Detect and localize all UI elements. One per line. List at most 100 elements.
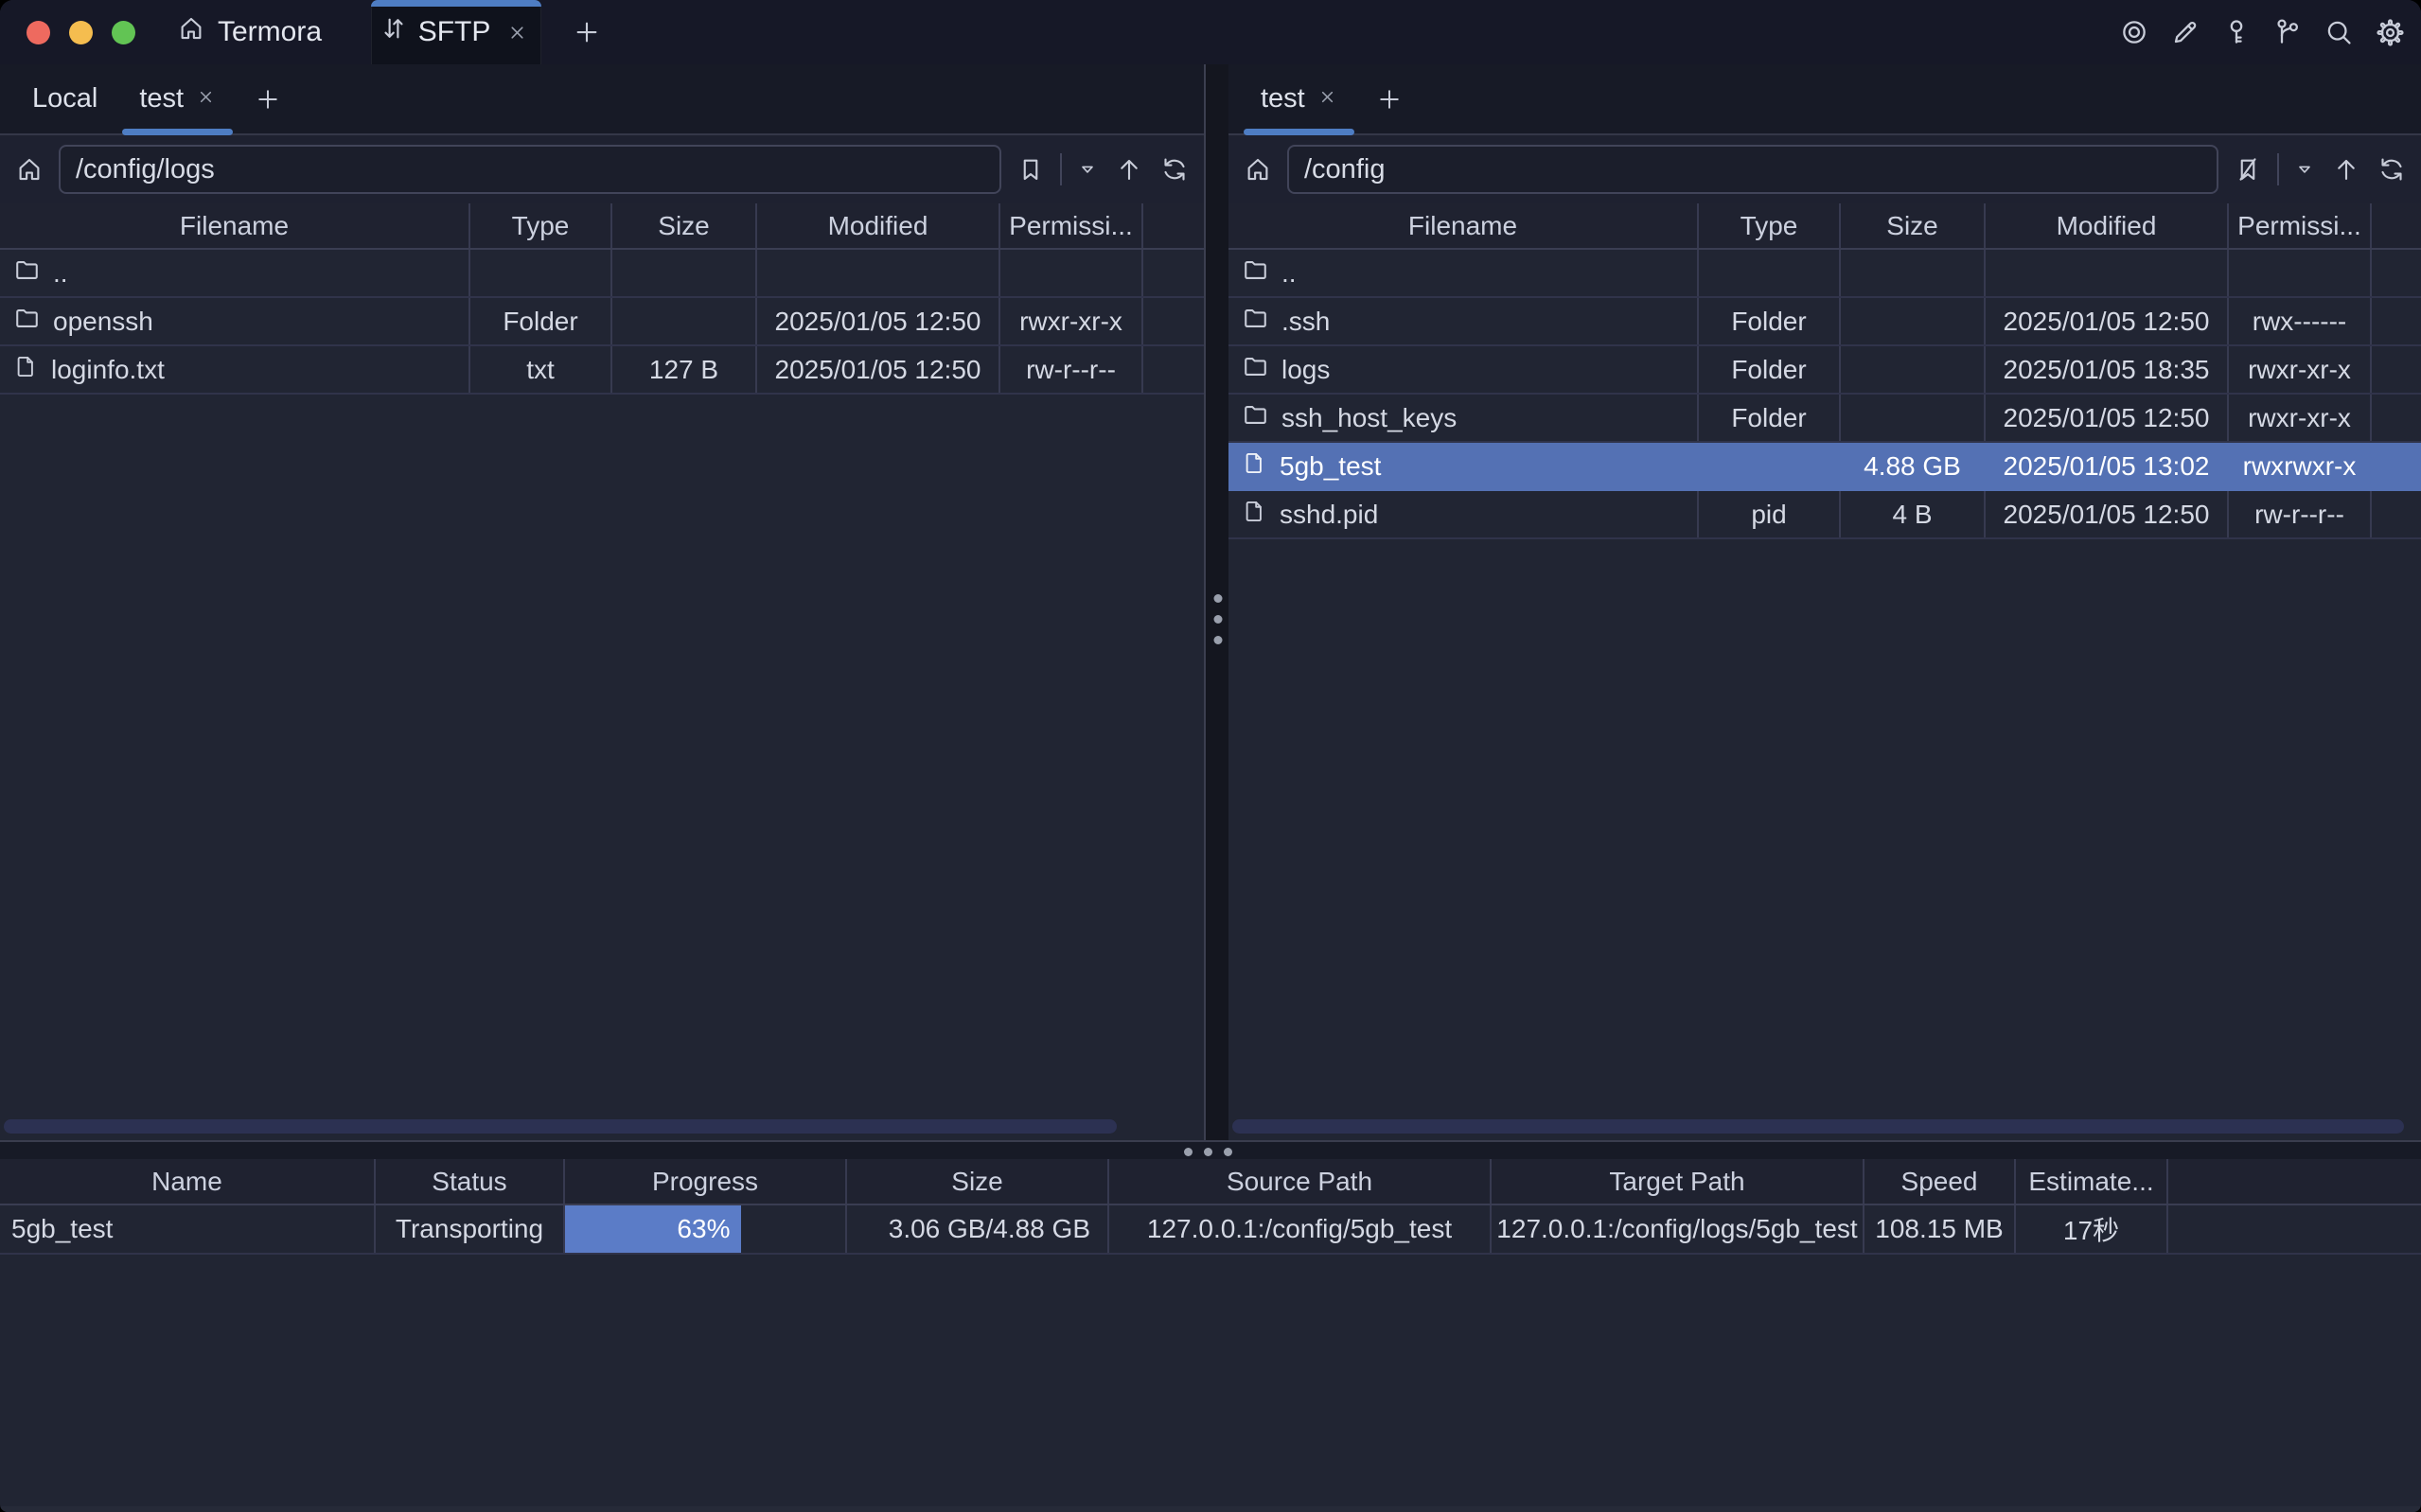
column-header-size[interactable]: Size [847,1159,1109,1204]
tab-local[interactable]: Local [11,64,118,133]
close-icon[interactable] [1317,83,1337,114]
table-row[interactable]: sshd.pid pid 4 B 2025/01/05 12:50 rw-r--… [1228,491,2421,539]
search-icon[interactable] [2323,16,2355,48]
key-icon[interactable] [2220,16,2253,48]
chevron-down-icon[interactable] [1075,153,1100,185]
column-header-source-path[interactable]: Source Path [1109,1159,1492,1204]
up-directory-icon[interactable] [1113,153,1145,185]
tab-test-left[interactable]: test [118,64,237,133]
column-header-size[interactable]: Size [612,203,757,248]
table-row[interactable]: .ssh Folder 2025/01/05 12:50 rwx------ [1228,298,2421,346]
right-panel-tabs: test [1228,64,2421,135]
table-row[interactable]: loginfo.txt txt 127 B 2025/01/05 12:50 r… [0,346,1204,395]
new-tab-button[interactable] [566,11,608,53]
folder-icon [13,305,41,339]
column-header-permissions[interactable]: Permissi... [2229,203,2372,248]
refresh-icon[interactable] [1158,153,1191,185]
edit-icon[interactable] [2169,16,2201,48]
column-header-type[interactable]: Type [1699,203,1841,248]
table-row[interactable]: logs Folder 2025/01/05 18:35 rwxr-xr-x [1228,346,2421,395]
column-header-type[interactable]: Type [470,203,612,248]
file-owner [1143,346,1204,393]
file-owner [2372,346,2421,393]
right-path-input[interactable] [1287,145,2218,194]
file-modified [1986,250,2229,296]
titlebar-actions [2118,16,2421,48]
left-path-input[interactable] [59,145,1001,194]
column-header-status[interactable]: Status [376,1159,565,1204]
home-tab-label: Termora [218,16,322,48]
add-panel-tab-button[interactable] [242,64,293,133]
table-row[interactable]: .. [1228,250,2421,298]
file-modified: 2025/01/05 12:50 [1986,298,2229,344]
table-row[interactable]: .. [0,250,1204,298]
folder-icon [1242,401,1269,435]
file-owner [1143,250,1204,296]
file-permissions: rw-r--r-- [2229,491,2372,537]
home-tab[interactable]: Termora [177,14,322,50]
close-icon[interactable] [501,16,533,48]
filename: sshd.pid [1280,500,1378,530]
branch-icon[interactable] [2271,16,2304,48]
splitter-handle[interactable] [1184,1148,1232,1156]
chevron-down-icon[interactable] [2292,153,2317,185]
file-size [1841,395,1986,441]
record-icon[interactable] [2118,16,2150,48]
column-header-modified[interactable]: Modified [1986,203,2229,248]
bookmark-slash-icon[interactable] [2232,153,2264,185]
column-header-filename[interactable]: Filename [0,203,470,248]
file-owner [2372,443,2421,489]
file-owner [1143,298,1204,344]
table-row[interactable]: ssh_host_keys Folder 2025/01/05 12:50 rw… [1228,395,2421,443]
column-header-name[interactable]: Name [0,1159,376,1204]
up-directory-icon[interactable] [2330,153,2362,185]
transfers-splitter[interactable] [0,1140,2421,1159]
refresh-icon[interactable] [2376,153,2408,185]
column-header-estimate[interactable]: Estimate... [2016,1159,2168,1204]
column-header-owner[interactable]: Owner [1143,203,1204,248]
close-icon[interactable] [196,83,216,114]
right-path-toolbar [1228,135,2421,203]
tab-sftp[interactable]: SFTP [371,0,541,64]
file-icon [1242,450,1267,483]
table-row[interactable]: openssh Folder 2025/01/05 12:50 rwxr-xr-… [0,298,1204,346]
transfer-speed: 108.15 MB [1864,1205,2016,1253]
column-header-modified[interactable]: Modified [757,203,1000,248]
column-header-size[interactable]: Size [1841,203,1986,248]
table-row-selected[interactable]: 5gb_test 4.88 GB 2025/01/05 13:02 rwxrwx… [1228,443,2421,491]
active-tab-indicator [371,0,541,7]
tab-test-right[interactable]: test [1240,64,1358,133]
horizontal-scrollbar[interactable] [4,1119,1117,1134]
transfer-target-path: 127.0.0.1:/config/logs/5gb_test [1492,1205,1864,1253]
tab-local-label: Local [32,83,97,114]
zoom-window-button[interactable] [112,21,135,44]
file-type: txt [470,346,612,393]
file-size [612,298,757,344]
home-icon[interactable] [1242,153,1274,185]
column-header-filename[interactable]: Filename [1228,203,1699,248]
transfer-status: Transporting [376,1205,565,1253]
add-panel-tab-button[interactable] [1364,64,1415,133]
file-permissions: rwxr-xr-x [2229,395,2372,441]
file-size [1841,298,1986,344]
column-header-owner[interactable]: Owner [2372,203,2421,248]
bookmark-icon[interactable] [1015,153,1047,185]
column-header-progress[interactable]: Progress [565,1159,847,1204]
folder-icon [1242,353,1269,387]
file-permissions: rwx------ [2229,298,2372,344]
column-header-target-path[interactable]: Target Path [1492,1159,1864,1204]
minimize-window-button[interactable] [69,21,93,44]
close-window-button[interactable] [27,21,50,44]
column-header-speed[interactable]: Speed [1864,1159,2016,1204]
settings-gear-icon[interactable] [2374,16,2406,48]
horizontal-scrollbar[interactable] [1232,1119,2404,1134]
home-icon[interactable] [13,153,45,185]
file-icon [13,354,39,386]
left-path-toolbar [0,135,1204,203]
column-header-permissions[interactable]: Permissi... [1000,203,1143,248]
transfer-row[interactable]: 5gb_test Transporting 63% 3.06 GB/4.88 G… [0,1205,2421,1255]
progress-fill: 63% [565,1205,741,1253]
file-modified [757,250,1000,296]
splitter-handle[interactable] [1214,594,1223,644]
file-type: pid [1699,491,1841,537]
